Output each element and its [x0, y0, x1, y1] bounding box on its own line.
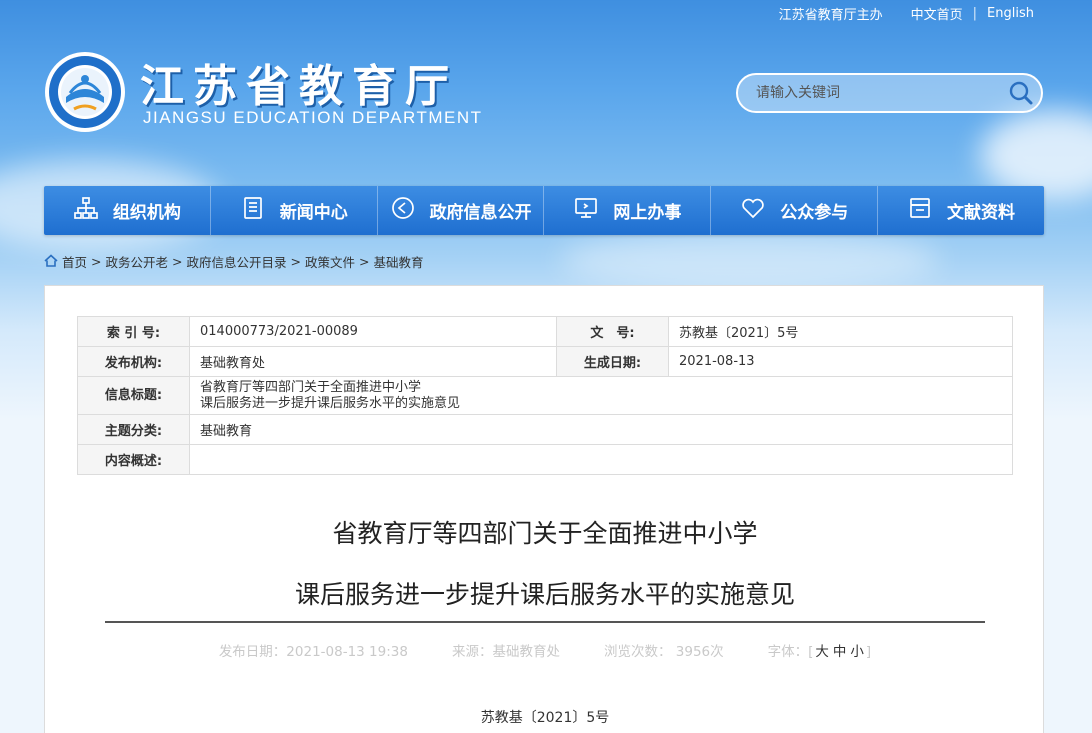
topic-label: 主题分类:	[77, 414, 190, 445]
summary-value	[189, 444, 1013, 475]
nav-item-public-participation[interactable]: 公众参与	[711, 186, 879, 235]
monitor-icon	[573, 195, 599, 226]
nav-item-gov-info[interactable]: 政府信息公开	[378, 186, 545, 235]
index-value: 014000773/2021-00089	[189, 316, 557, 347]
search-icon[interactable]	[1001, 75, 1041, 111]
title-divider	[105, 621, 985, 623]
font-size-control: 字体：[大中小]	[767, 644, 872, 660]
org-value: 基础教育处	[189, 346, 557, 377]
sponsor-text: 江苏省教育厅主办	[778, 8, 883, 23]
nav-label: 组织机构	[112, 203, 181, 223]
search-box	[736, 73, 1043, 113]
search-input[interactable]	[756, 85, 1001, 101]
breadcrumb-policy-docs[interactable]: 政策文件	[305, 252, 355, 271]
font-size-small-button[interactable]: 小	[848, 644, 866, 660]
view-count: 浏览次数： 3956次	[603, 644, 724, 660]
table-row: 主题分类: 基础教育	[77, 414, 1013, 445]
article-info-bar: 发布日期：2021-08-13 19:38 来源：基础教育处 浏览次数： 395…	[45, 640, 1045, 660]
home-icon	[44, 253, 58, 270]
nav-item-organization[interactable]: 组织机构	[44, 186, 211, 235]
docno-label: 文 号:	[556, 316, 669, 347]
megaphone-icon	[390, 195, 416, 226]
org-label: 发布机构:	[77, 346, 190, 377]
org-chart-icon	[73, 195, 99, 226]
heart-icon	[740, 195, 766, 226]
archive-icon	[907, 195, 933, 226]
cloud-decoration	[560, 230, 940, 290]
site-subtitle: JIANGSU EDUCATION DEPARTMENT	[143, 108, 483, 127]
chinese-home-link[interactable]: 中文首页	[911, 4, 963, 23]
article-title-line1: 省教育厅等四部门关于全面推进中小学	[332, 519, 758, 548]
nav-item-documents[interactable]: 文献资料	[878, 186, 1044, 235]
nav-label: 新闻中心	[279, 203, 348, 223]
table-row: 索 引 号: 014000773/2021-00089 文 号: 苏教基〔202…	[77, 316, 1013, 347]
site-title: 江苏省教育厅	[140, 61, 458, 112]
font-size-medium-button[interactable]: 中	[831, 644, 849, 660]
title-value-line: 省教育厅等四部门关于全面推进中小学	[200, 379, 422, 395]
topic-value: 基础教育	[189, 414, 1013, 445]
nav-label: 网上办事	[613, 203, 682, 223]
top-bar: 江苏省教育厅主办 中文首页 | English	[779, 4, 1034, 23]
nav-item-news[interactable]: 新闻中心	[211, 186, 378, 235]
summary-label: 内容概述:	[77, 444, 190, 475]
title-value-line: 课后服务进一步提升课后服务水平的实施意见	[200, 395, 461, 411]
breadcrumb-gov-affairs[interactable]: 政务公开老	[106, 252, 169, 271]
title-value: 省教育厅等四部门关于全面推进中小学 课后服务进一步提升课后服务水平的实施意见	[189, 376, 1013, 415]
document-metadata-table: 索 引 号: 014000773/2021-00089 文 号: 苏教基〔202…	[77, 316, 1013, 475]
divider: |	[972, 6, 978, 21]
document-icon	[240, 195, 266, 226]
table-row: 内容概述:	[77, 444, 1013, 475]
breadcrumb-info-catalog[interactable]: 政府信息公开目录	[187, 252, 287, 271]
article-title-line2: 课后服务进一步提升课后服务水平的实施意见	[294, 580, 795, 609]
english-link[interactable]: English	[987, 6, 1034, 21]
nav-label: 文献资料	[947, 203, 1016, 223]
date-value: 2021-08-13	[668, 346, 1013, 377]
table-row: 信息标题: 省教育厅等四部门关于全面推进中小学 课后服务进一步提升课后服务水平的…	[77, 376, 1013, 415]
content-panel: 索 引 号: 014000773/2021-00089 文 号: 苏教基〔202…	[44, 285, 1044, 733]
breadcrumb-home[interactable]: 首页	[62, 252, 87, 271]
document-number: 苏教基〔2021〕5号	[480, 710, 610, 726]
breadcrumb: 首页 > 政务公开老 > 政府信息公开目录 > 政策文件 > 基础教育	[44, 252, 424, 271]
title-label: 信息标题:	[77, 376, 190, 415]
nav-item-online-service[interactable]: 网上办事	[544, 186, 712, 235]
publish-date: 发布日期：2021-08-13 19:38	[218, 644, 408, 660]
nav-label: 公众参与	[780, 203, 849, 223]
font-size-large-button[interactable]: 大	[813, 644, 831, 660]
index-label: 索 引 号:	[77, 316, 190, 347]
docno-value: 苏教基〔2021〕5号	[668, 316, 1013, 347]
font-size-label: 字体：	[767, 644, 809, 660]
nav-label: 政府信息公开	[429, 203, 532, 223]
table-row: 发布机构: 基础教育处 生成日期: 2021-08-13	[77, 346, 1013, 377]
breadcrumb-basic-education[interactable]: 基础教育	[374, 252, 424, 271]
article-source: 来源：基础教育处	[451, 644, 560, 660]
date-label: 生成日期:	[556, 346, 669, 377]
main-nav: 组织机构 新闻中心 政府信息公开 网上办事 公众参与 文献资料	[44, 186, 1044, 235]
site-logo-emblem[interactable]	[44, 51, 126, 133]
